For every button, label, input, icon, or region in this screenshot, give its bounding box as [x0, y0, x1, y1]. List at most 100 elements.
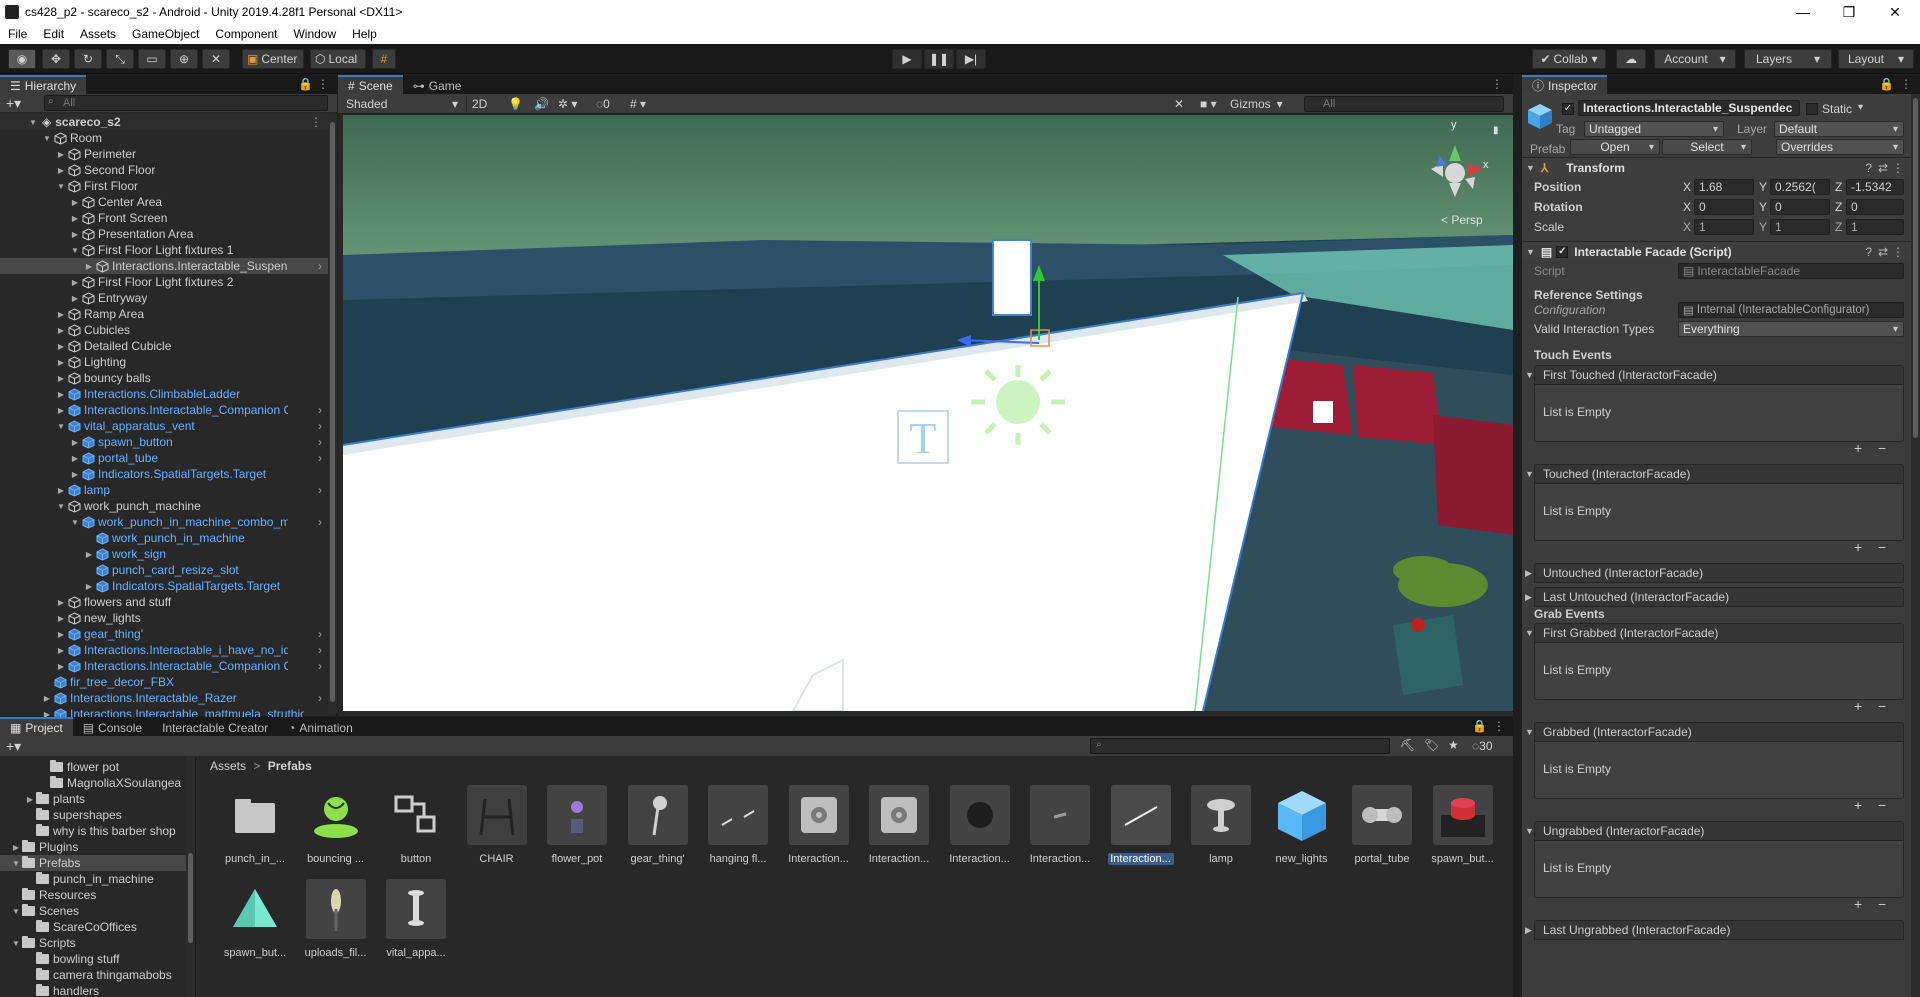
expand-arrow[interactable]: ▼ [10, 939, 22, 948]
hierarchy-row[interactable]: ▶ spawn_button › [0, 434, 330, 450]
asset-tile[interactable]: CHAIR [464, 785, 530, 869]
filter-type-icon[interactable]: ⛏ [1400, 738, 1415, 752]
hierarchy-row[interactable]: ▶ Second Floor [0, 162, 330, 178]
interactable-facade-header[interactable]: ▼ ▤ ✓ Interactable Facade (Script) ? ⇄ ⋮ [1522, 241, 1912, 261]
kebab-menu-icon[interactable]: ⋮ [1493, 719, 1505, 733]
position-z-field[interactable]: -1.5342 [1846, 179, 1904, 195]
folder-tree-item[interactable]: ▶ plants [0, 791, 186, 807]
2d-toggle[interactable]: 2D [472, 96, 487, 112]
hierarchy-row[interactable]: ▼ Room [0, 130, 330, 146]
remove-listener-button[interactable]: − [1878, 698, 1886, 714]
expand-arrow[interactable]: ▶ [56, 598, 66, 607]
hidden-objects-toggle[interactable]: ◌ 0 [596, 96, 610, 112]
expand-arrow[interactable]: ▶ [70, 438, 80, 447]
hierarchy-row[interactable]: ▼ First Floor [0, 178, 330, 194]
lighting-toggle[interactable]: 💡 [508, 96, 523, 112]
collapse-arrow[interactable]: ▶ [1525, 592, 1532, 603]
tag-dropdown[interactable]: Untagged [1584, 121, 1724, 137]
rotation-z-field[interactable]: 0 [1846, 199, 1904, 215]
project-search-input[interactable] [1090, 738, 1390, 754]
hierarchy-row[interactable]: ▶ Interactions.ClimbableLadder [0, 386, 330, 402]
asset-tile[interactable]: vital_appa... [383, 879, 449, 963]
prefab-select-button[interactable]: Select [1662, 139, 1752, 155]
event-header[interactable]: ▼ Grabbed (InteractorFacade) [1525, 722, 1904, 742]
kebab-menu-icon[interactable]: ⋮ [1491, 77, 1503, 91]
expand-arrow[interactable]: ▶ [70, 198, 80, 207]
hierarchy-row[interactable]: ▶ Interactions.Interactable_Suspend › [0, 258, 330, 274]
expand-arrow[interactable]: ▼ [56, 182, 66, 191]
expand-arrow[interactable]: ▶ [70, 294, 80, 303]
collapse-arrow[interactable]: ▼ [1526, 163, 1535, 173]
menu-window[interactable]: Window [285, 27, 344, 41]
collapse-arrow[interactable]: ▼ [1525, 727, 1534, 737]
asset-tile[interactable]: spawn_but... [1430, 785, 1496, 869]
tab-project[interactable]: ▦ Project [0, 717, 73, 736]
collapse-arrow[interactable]: ▼ [1525, 628, 1534, 638]
folder-tree-item[interactable]: flower pot [0, 759, 186, 775]
expand-arrow[interactable]: ▶ [84, 262, 94, 271]
open-prefab-arrow-icon[interactable]: › [318, 435, 322, 449]
open-prefab-arrow-icon[interactable]: › [318, 451, 322, 465]
asset-tile[interactable]: Interaction... [786, 785, 852, 869]
folder-tree-item[interactable]: why is this barber shop [0, 823, 186, 839]
custom-tool-button[interactable]: ✕ [202, 49, 230, 69]
hierarchy-row[interactable]: ▼ work_punch_in_machine_combo_mea › [0, 514, 330, 530]
lock-icon[interactable]: ▮ [1493, 125, 1499, 136]
menu-component[interactable]: Component [207, 27, 285, 41]
asset-tile[interactable]: new_lights [1269, 785, 1335, 869]
add-listener-button[interactable]: + [1854, 797, 1862, 813]
hierarchy-row[interactable]: ▶ Interactions.Interactable_i_have_no_ide… [0, 642, 330, 658]
tab-scene[interactable]: # Scene [338, 75, 403, 94]
camera-dropdown[interactable]: ■ ▾ [1200, 96, 1217, 112]
static-checkbox[interactable] [1806, 103, 1818, 115]
kebab-menu-icon[interactable]: ⋮ [1900, 77, 1912, 91]
hierarchy-row[interactable]: ▶ lamp › [0, 482, 330, 498]
open-prefab-arrow-icon[interactable]: › [318, 659, 322, 673]
menu-file[interactable]: File [0, 27, 35, 41]
asset-tile[interactable]: flower_pot [544, 785, 610, 869]
hierarchy-row[interactable]: work_punch_in_machine [0, 530, 330, 546]
expand-arrow[interactable]: ▶ [24, 795, 36, 804]
tab-inspector[interactable]: ⓘ Inspector [1522, 75, 1608, 94]
expand-arrow[interactable]: ▶ [56, 374, 66, 383]
hierarchy-row[interactable]: ▶ Presentation Area [0, 226, 330, 242]
expand-arrow[interactable]: ▼ [56, 502, 66, 511]
asset-tile[interactable]: punch_in_... [222, 785, 288, 869]
expand-arrow[interactable]: ▶ [56, 342, 66, 351]
asset-tile[interactable]: uploads_fil... [303, 879, 369, 963]
kebab-menu-icon[interactable]: ⋮ [310, 115, 322, 129]
collapse-arrow[interactable]: ▼ [1526, 247, 1535, 257]
expand-arrow[interactable]: ▶ [70, 470, 80, 479]
expand-arrow[interactable]: ▶ [70, 454, 80, 463]
scrollbar-thumb[interactable] [188, 853, 193, 943]
hierarchy-row[interactable]: ▶ Cubicles [0, 322, 330, 338]
hierarchy-row[interactable]: ▶ Ramp Area [0, 306, 330, 322]
open-prefab-arrow-icon[interactable]: › [318, 403, 322, 417]
remove-listener-button[interactable]: − [1878, 896, 1886, 912]
scale-z-field[interactable]: 1 [1846, 219, 1904, 235]
rotation-y-field[interactable]: 0 [1770, 199, 1830, 215]
open-prefab-arrow-icon[interactable]: › [318, 691, 322, 705]
expand-arrow[interactable]: ▶ [10, 843, 22, 852]
minimize-button[interactable]: — [1780, 0, 1826, 24]
event-header[interactable]: ▼ First Grabbed (InteractorFacade) [1525, 623, 1904, 643]
pivot-center-button[interactable]: ▣ Center [242, 49, 304, 69]
add-listener-button[interactable]: + [1854, 698, 1862, 714]
hierarchy-row[interactable]: ▶ Indicators.SpatialTargets.Target [0, 578, 330, 594]
collapse-arrow[interactable]: ▶ [1525, 925, 1532, 936]
expand-arrow[interactable]: ▶ [70, 214, 80, 223]
hierarchy-row[interactable]: punch_card_resize_slot [0, 562, 330, 578]
hierarchy-row[interactable]: ▶ flowers and stuff [0, 594, 330, 610]
hierarchy-row[interactable]: ▶ Center Area [0, 194, 330, 210]
hierarchy-row[interactable]: ▼ work_punch_machine [0, 498, 330, 514]
collab-dropdown[interactable]: ✔ Collab ▾ [1532, 49, 1606, 69]
maximize-button[interactable]: ❐ [1826, 0, 1872, 24]
expand-arrow[interactable]: ▶ [56, 358, 66, 367]
remove-listener-button[interactable]: − [1878, 539, 1886, 555]
add-listener-button[interactable]: + [1854, 896, 1862, 912]
hierarchy-row[interactable]: ▶ Entryway [0, 290, 330, 306]
prefab-overrides-dropdown[interactable]: Overrides [1776, 139, 1904, 155]
rect-tool-button[interactable]: ▭ [138, 49, 166, 69]
hierarchy-row[interactable]: ▶ Interactions.Interactable_Companion C › [0, 658, 330, 674]
rotation-x-field[interactable]: 0 [1694, 199, 1754, 215]
